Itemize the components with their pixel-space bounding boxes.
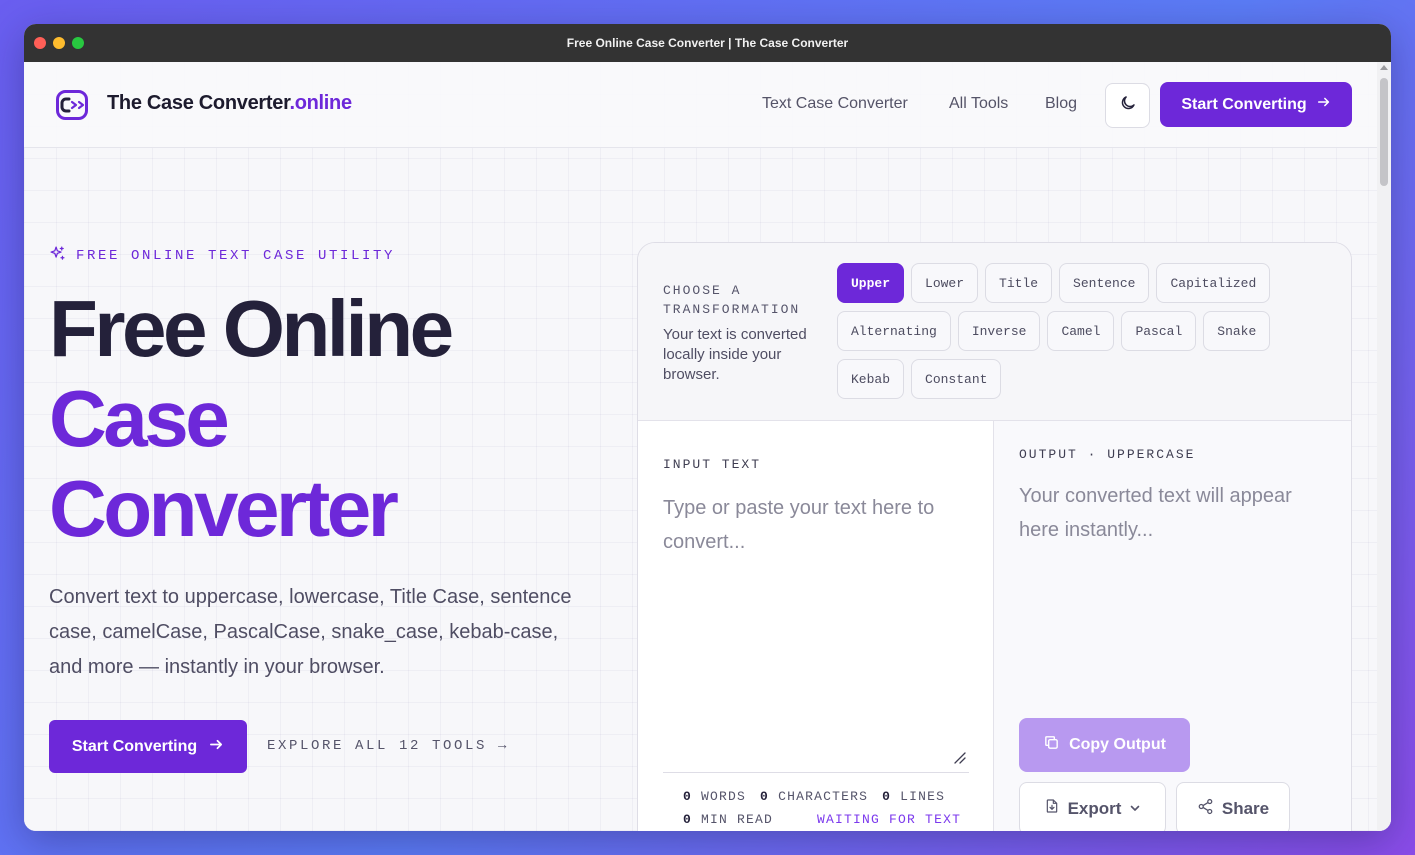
scrollbar-thumb[interactable] xyxy=(1380,78,1388,186)
eyebrow-text: FREE ONLINE TEXT CASE UTILITY xyxy=(76,248,396,264)
transformation-selector: CHOOSE A TRANSFORMATION Your text is con… xyxy=(638,243,1351,421)
nav-all-tools[interactable]: All Tools xyxy=(949,95,1008,113)
close-window-button[interactable] xyxy=(34,37,46,49)
input-text-label: INPUT TEXT xyxy=(663,457,762,472)
maximize-window-button[interactable] xyxy=(72,37,84,49)
text-stats: 0 WORDS 0 CHARACTERS 0 LINES 0 MIN READ … xyxy=(683,789,973,831)
chip-lower[interactable]: Lower xyxy=(911,263,979,303)
chip-pascal[interactable]: Pascal xyxy=(1121,311,1197,351)
brand-name[interactable]: The Case Converter.online xyxy=(107,92,352,115)
explore-all-tools-link[interactable]: EXPLORE ALL 12 TOOLS → xyxy=(267,738,509,754)
stats-divider xyxy=(663,772,969,773)
transformation-chips: Upper Lower Title Sentence Capitalized A… xyxy=(837,263,1307,399)
choose-transformation-label: CHOOSE A TRANSFORMATION xyxy=(663,283,801,317)
chevron-down-icon xyxy=(1129,799,1141,819)
characters-count: 0 xyxy=(760,789,770,804)
case-converter-logo-icon[interactable] xyxy=(56,90,88,120)
words-stat: 0 WORDS xyxy=(683,789,746,804)
window-titlebar: Free Online Case Converter | The Case Co… xyxy=(24,24,1391,62)
page-viewport: The Case Converter.online Text Case Conv… xyxy=(24,62,1391,831)
nav-text-case-converter[interactable]: Text Case Converter xyxy=(762,95,908,113)
share-icon xyxy=(1197,798,1214,820)
chip-snake[interactable]: Snake xyxy=(1203,311,1271,351)
window-title: Free Online Case Converter | The Case Co… xyxy=(566,36,849,50)
hero-title-line-3: Converter xyxy=(49,464,399,553)
lines-stat: 0 LINES xyxy=(882,789,945,804)
chip-inverse[interactable]: Inverse xyxy=(957,311,1041,351)
status-text: WAITING FOR TEXT xyxy=(817,812,962,827)
output-text: Your converted text will appear here ins… xyxy=(1019,485,1292,541)
brand-main: The Case Converter xyxy=(107,92,290,114)
window-controls xyxy=(34,37,84,49)
share-button[interactable]: Share xyxy=(1176,782,1290,831)
chip-capitalized[interactable]: Capitalized xyxy=(1156,263,1271,303)
hero-eyebrow: FREE ONLINE TEXT CASE UTILITY xyxy=(49,245,395,267)
resize-handle-icon[interactable] xyxy=(954,751,966,764)
privacy-note: Your text is converted locally inside yo… xyxy=(663,326,807,383)
input-textarea[interactable] xyxy=(663,491,969,771)
chip-title[interactable]: Title xyxy=(985,263,1053,303)
read-time-label: MIN READ xyxy=(701,812,774,827)
hero-lead: Convert text to uppercase, lowercase, Ti… xyxy=(49,586,572,678)
converter-tool-card: CHOOSE A TRANSFORMATION Your text is con… xyxy=(637,242,1352,831)
copy-output-button[interactable]: Copy Output xyxy=(1019,718,1190,772)
words-label: WORDS xyxy=(701,789,747,804)
site-header: The Case Converter.online Text Case Conv… xyxy=(24,62,1377,148)
share-label: Share xyxy=(1221,798,1270,818)
hero-title-line-2: Case xyxy=(49,374,230,463)
nav-blog[interactable]: Blog xyxy=(1045,95,1077,113)
sparkles-icon xyxy=(49,245,66,267)
chip-camel[interactable]: Camel xyxy=(1047,311,1115,351)
copy-output-label: Copy Output xyxy=(1069,736,1166,753)
copy-icon xyxy=(1043,734,1060,756)
minimize-window-button[interactable] xyxy=(53,37,65,49)
arrow-right-icon xyxy=(1317,95,1331,114)
browser-window: Free Online Case Converter | The Case Co… xyxy=(24,24,1391,831)
read-time-stat: 0 MIN READ xyxy=(683,812,773,827)
hero-start-converting-button[interactable]: Start Converting xyxy=(49,720,247,773)
lines-label: LINES xyxy=(900,789,946,804)
file-download-icon xyxy=(1044,798,1060,819)
hero-title-line-1: Free Online xyxy=(49,284,454,373)
arrow-right-icon xyxy=(209,737,224,757)
hero-cta-label: Start Converting xyxy=(71,737,198,755)
vertical-scrollbar[interactable] xyxy=(1377,62,1391,831)
chip-sentence[interactable]: Sentence xyxy=(1059,263,1150,303)
chip-alternating[interactable]: Alternating xyxy=(837,311,951,351)
output-pane: OUTPUT · UPPERCASE Your converted text w… xyxy=(994,421,1351,831)
input-pane: INPUT TEXT 0 WORDS 0 CHARACTERS 0 LINES … xyxy=(638,421,994,831)
chip-kebab[interactable]: Kebab xyxy=(837,359,905,399)
moon-icon xyxy=(1119,94,1137,117)
header-cta-label: Start Converting xyxy=(1181,95,1307,113)
theme-toggle-button[interactable] xyxy=(1105,83,1150,128)
lines-count: 0 xyxy=(882,789,892,804)
characters-stat: 0 CHARACTERS xyxy=(760,789,868,804)
header-start-converting-button[interactable]: Start Converting xyxy=(1160,82,1352,127)
words-count: 0 xyxy=(683,789,693,804)
export-label: Export xyxy=(1067,798,1122,818)
chip-constant[interactable]: Constant xyxy=(911,359,1002,399)
characters-label: CHARACTERS xyxy=(778,789,869,804)
export-dropdown-button[interactable]: Export xyxy=(1019,782,1166,831)
scroll-up-arrow-icon[interactable] xyxy=(1380,65,1388,70)
output-label: OUTPUT · UPPERCASE xyxy=(1019,447,1196,462)
read-time-count: 0 xyxy=(683,812,693,827)
brand-tld: .online xyxy=(289,92,352,114)
chip-upper[interactable]: Upper xyxy=(837,263,905,303)
